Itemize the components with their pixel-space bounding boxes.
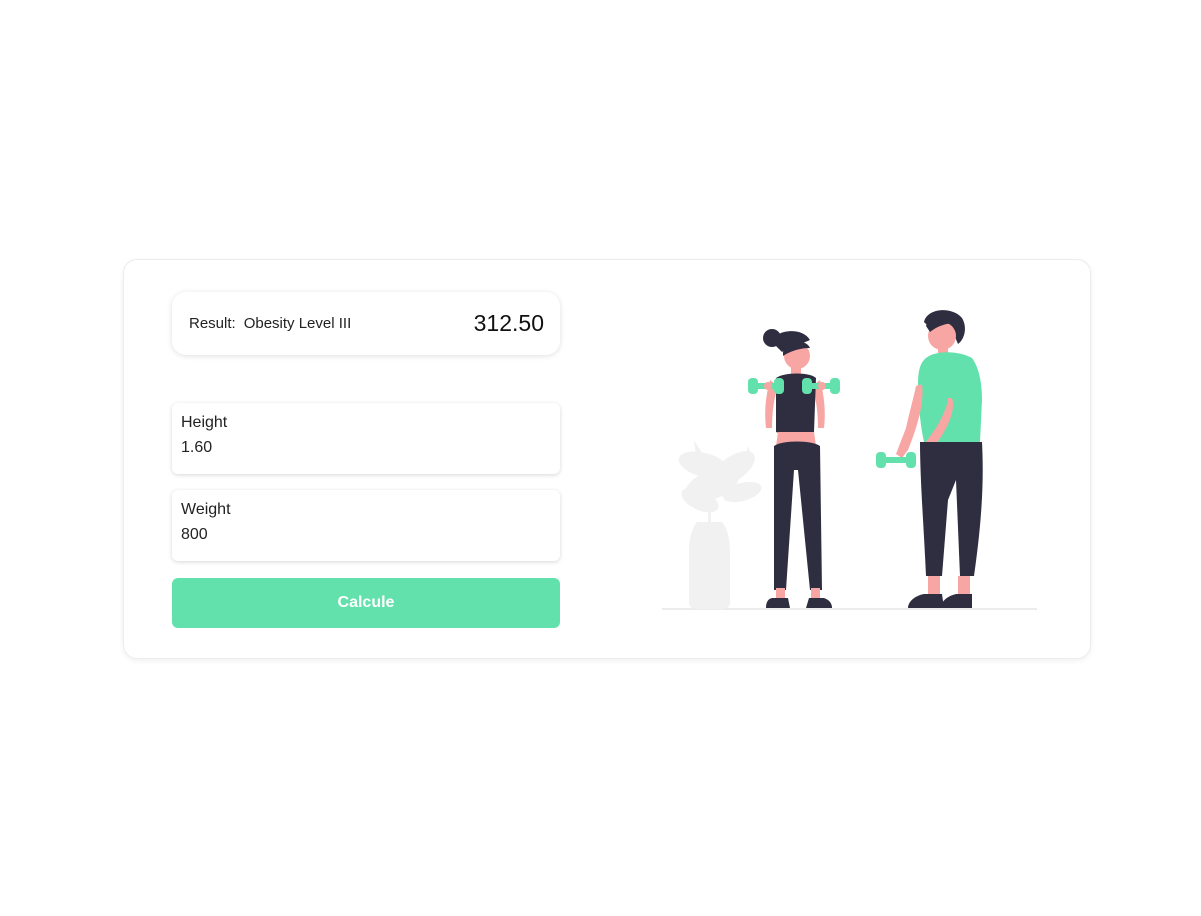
result-label: Result: [189,315,236,332]
woman-figure [748,329,840,608]
height-input[interactable] [181,439,551,457]
result-summary: Result: Obesity Level III [189,315,351,332]
plant-icon [678,440,762,609]
bmi-card: Result: Obesity Level III 312.50 Height … [123,259,1091,659]
result-value: 312.50 [473,310,544,336]
man-figure [876,310,983,608]
dumbbell-man-icon [876,452,916,468]
height-field[interactable]: Height [172,403,560,474]
result-category: Obesity Level III [243,315,352,332]
result-panel: Result: Obesity Level III 312.50 [172,292,560,355]
fitness-illustration [662,310,1037,610]
weight-field[interactable]: Weight [172,490,560,561]
height-label: Height [181,414,228,431]
weight-label: Weight [181,501,231,518]
weight-input[interactable] [181,526,551,544]
calculate-button[interactable]: Calcule [172,578,560,628]
